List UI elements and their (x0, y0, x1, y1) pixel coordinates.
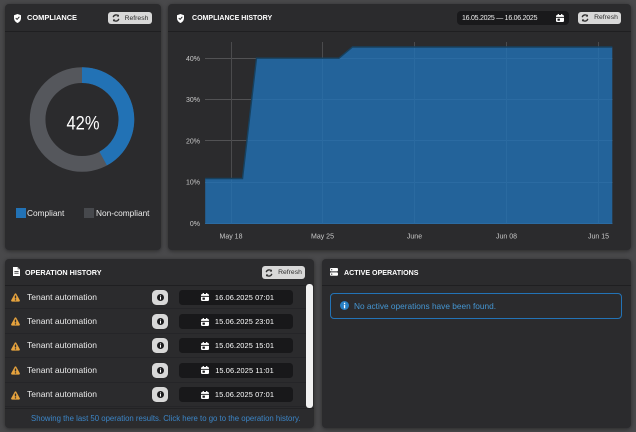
svg-text:May 25: May 25 (311, 234, 334, 241)
svg-text:30%: 30% (186, 97, 200, 104)
svg-text:40%: 40% (186, 56, 200, 63)
svg-text:June: June (407, 234, 422, 241)
svg-text:42%: 42% (67, 113, 100, 135)
svg-text:May 18: May 18 (220, 234, 243, 241)
svg-text:20%: 20% (186, 138, 200, 145)
svg-text:10%: 10% (186, 180, 200, 187)
svg-text:Jun 15: Jun 15 (588, 234, 609, 241)
svg-text:Jun 08: Jun 08 (496, 234, 517, 241)
svg-text:0%: 0% (190, 221, 200, 228)
